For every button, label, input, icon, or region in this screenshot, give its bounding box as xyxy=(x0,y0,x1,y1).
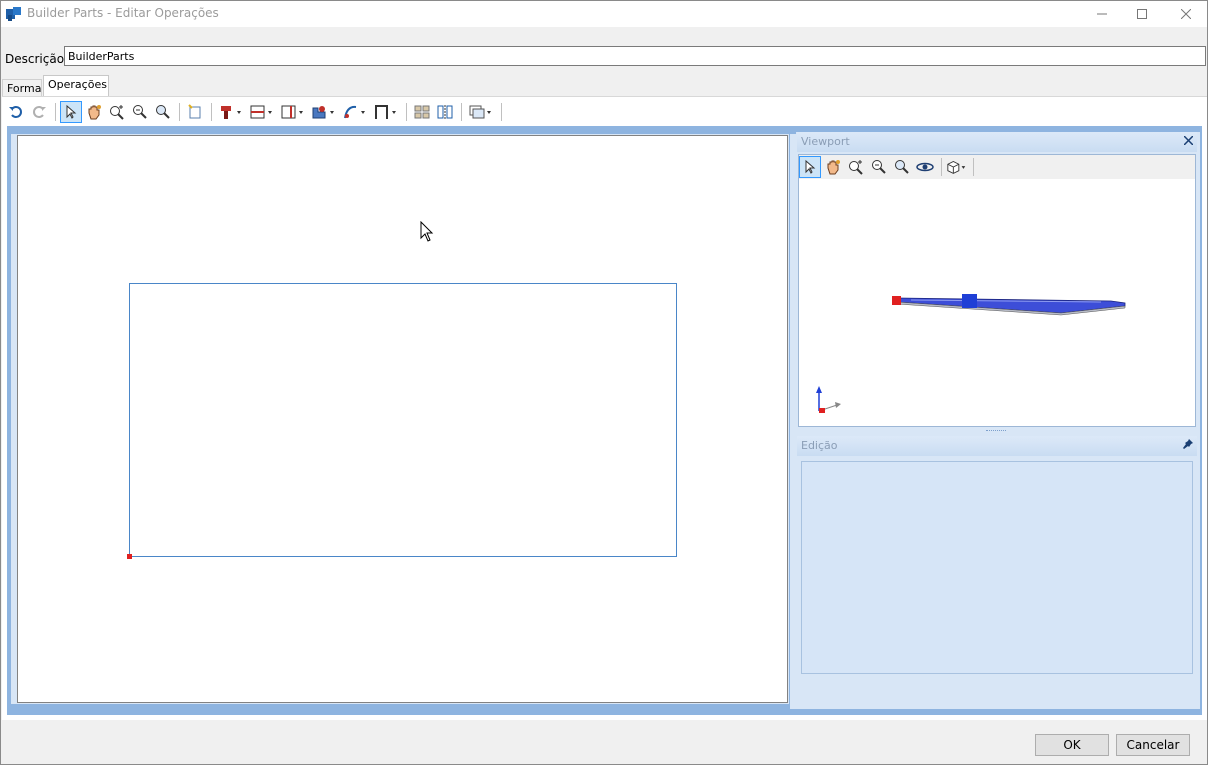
viewport-pan-button[interactable] xyxy=(822,156,844,178)
viewport-orbit-button[interactable] xyxy=(914,156,936,178)
close-icon xyxy=(1181,9,1191,19)
origin-point xyxy=(127,554,132,559)
redo-icon xyxy=(33,106,46,118)
toolbar-separator xyxy=(55,103,56,121)
mirror-icon xyxy=(437,105,453,119)
undo-icon xyxy=(9,106,22,118)
maximize-button[interactable] xyxy=(1119,1,1165,27)
builder-parts-app-icon xyxy=(6,7,21,21)
pan-hand-icon xyxy=(827,160,840,175)
toolbar-separator xyxy=(501,103,502,121)
close-icon xyxy=(1183,135,1194,146)
edit-panel-title: Edição xyxy=(801,439,838,452)
viewport-toolbar xyxy=(799,155,1195,179)
editor-window: Builder Parts - Editar Operações Descriç… xyxy=(0,0,1208,765)
horizontal-section-button[interactable] xyxy=(247,101,277,123)
zoom-window-icon xyxy=(110,105,124,120)
toolbar-separator xyxy=(211,103,212,121)
select-pointer-icon xyxy=(66,104,77,119)
toolbar-separator xyxy=(973,158,974,176)
zoom-extents-icon xyxy=(895,160,909,174)
zoom-in-out-icon xyxy=(133,105,147,119)
zoom-extents-icon xyxy=(156,105,170,119)
path-tool-button[interactable] xyxy=(340,101,370,123)
title-bar: Builder Parts - Editar Operações xyxy=(1,1,1207,27)
part-outline-rectangle[interactable] xyxy=(129,283,677,557)
minimize-icon xyxy=(1097,13,1107,15)
pan-hand-icon xyxy=(88,105,101,120)
maximize-icon xyxy=(1137,9,1147,19)
view-options-button[interactable] xyxy=(466,101,496,123)
new-note-button[interactable] xyxy=(184,101,206,123)
edit-panel-header: Edição xyxy=(797,436,1197,456)
zoom-in-out-icon xyxy=(872,160,886,174)
pan-button[interactable] xyxy=(83,101,105,123)
undo-button[interactable] xyxy=(5,101,27,123)
select-button[interactable] xyxy=(60,101,82,123)
frame-tool-icon xyxy=(375,105,396,119)
edit-panel-body xyxy=(801,461,1193,674)
viewport-panel-title: Viewport xyxy=(801,135,850,148)
tab-operacoes[interactable]: Operações xyxy=(43,75,109,96)
viewport-view-cube-button[interactable] xyxy=(946,156,968,178)
drill-tool-icon xyxy=(221,106,241,119)
viewport-close-button[interactable] xyxy=(1183,134,1194,148)
orbit-icon xyxy=(916,162,934,172)
toolbar-separator xyxy=(461,103,462,121)
array-grid-icon xyxy=(414,105,430,119)
viewport-panel-header: Viewport xyxy=(797,132,1197,152)
close-button[interactable] xyxy=(1163,1,1208,27)
description-input[interactable] xyxy=(64,46,1206,66)
horizontal-splitter-grip[interactable] xyxy=(986,430,1006,433)
viewport-zoom-extents-button[interactable] xyxy=(891,156,913,178)
zoom-window-icon xyxy=(849,160,863,175)
profile-tool-button[interactable] xyxy=(309,101,339,123)
toolbar-separator xyxy=(406,103,407,121)
horizontal-section-icon xyxy=(250,105,272,119)
path-tool-icon xyxy=(344,105,365,119)
frame-tool-button[interactable] xyxy=(371,101,401,123)
window-title: Builder Parts - Editar Operações xyxy=(27,6,219,20)
axis-triad-icon xyxy=(816,386,841,413)
tab-forma[interactable]: Forma xyxy=(2,79,42,96)
vertical-section-button[interactable] xyxy=(278,101,308,123)
zoom-extents-button[interactable] xyxy=(152,101,174,123)
edit-pin-button[interactable] xyxy=(1183,438,1193,452)
drill-tool-button[interactable] xyxy=(216,101,246,123)
toolbar-separator xyxy=(941,158,942,176)
tab-strip: Forma Operações xyxy=(1,75,1207,96)
redo-button[interactable] xyxy=(28,101,50,123)
viewport-zoom-window-button[interactable] xyxy=(845,156,867,178)
selection-marker xyxy=(962,294,977,308)
ok-button[interactable]: OK xyxy=(1035,734,1109,756)
mouse-cursor-icon xyxy=(420,221,434,242)
vertical-section-icon xyxy=(281,105,303,119)
pin-icon xyxy=(1183,439,1193,449)
array-grid-button[interactable] xyxy=(411,101,433,123)
zoom-window-button[interactable] xyxy=(106,101,128,123)
origin-marker xyxy=(892,296,901,305)
cancel-button[interactable]: Cancelar xyxy=(1116,734,1190,756)
toolbar-separator xyxy=(179,103,180,121)
profile-tool-icon xyxy=(312,106,334,119)
viewport-select-button[interactable] xyxy=(799,156,821,178)
part-3d-preview xyxy=(892,294,1126,316)
view-cube-icon xyxy=(947,160,966,174)
description-label: Descrição xyxy=(5,52,65,66)
main-toolbar xyxy=(5,99,1201,125)
viewport-zoom-in-out-button[interactable] xyxy=(868,156,890,178)
mirror-button[interactable] xyxy=(434,101,456,123)
new-note-icon xyxy=(188,104,201,119)
zoom-in-out-button[interactable] xyxy=(129,101,151,123)
select-pointer-icon xyxy=(805,159,816,174)
view-options-icon xyxy=(469,105,491,119)
